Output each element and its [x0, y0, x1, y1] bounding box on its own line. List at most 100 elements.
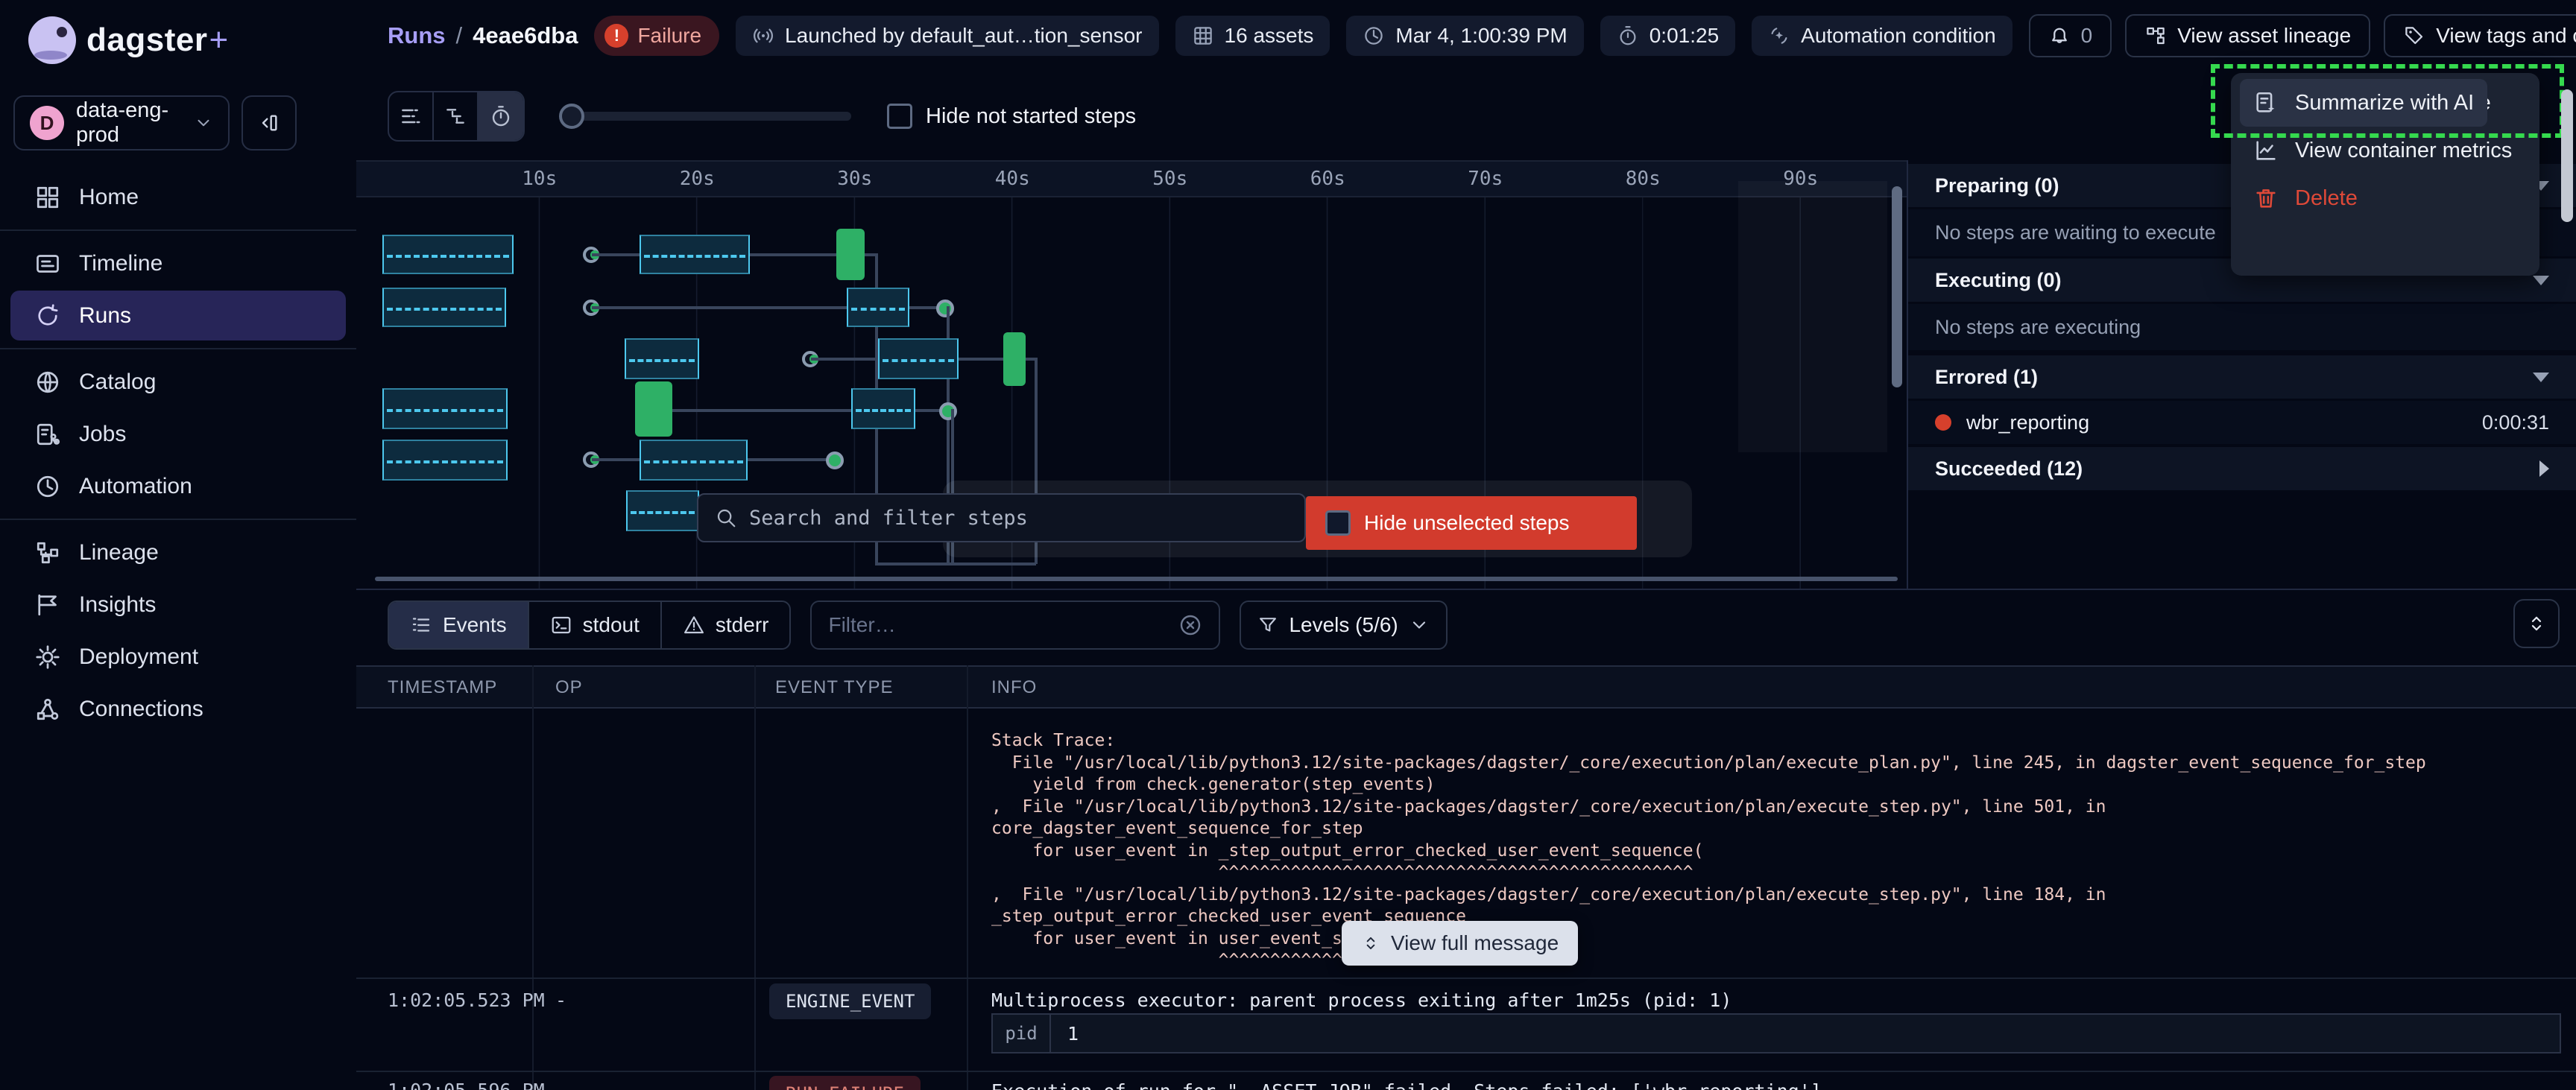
step-name[interactable]: wbr_reporting [1966, 411, 2089, 434]
gantt-zoom-slider[interactable] [561, 112, 851, 121]
run-pill[interactable]: Launched by default_aut…tion_sensor [736, 16, 1158, 56]
sidebar-item-runs[interactable]: Runs [10, 291, 346, 340]
gantt-mode-flat-button[interactable] [389, 92, 434, 140]
dagster-logo[interactable]: dagster+ [28, 16, 228, 64]
axis-tick: 70s [1407, 168, 1565, 190]
sidebar-item-label: Lineage [79, 540, 159, 565]
gantt-step-not-started[interactable] [382, 440, 508, 481]
collapse-sidebar-button[interactable] [242, 95, 297, 150]
gantt-time-axis: 10s20s30s40s50s60s70s80s90s [356, 160, 1907, 197]
gantt-vertical-scrollbar[interactable] [1892, 186, 1902, 387]
axis-tick: 30s [776, 168, 934, 190]
tab-events[interactable]: Events [389, 602, 529, 648]
gantt-mode-waterfall-button[interactable] [434, 92, 479, 140]
gantt-step-search[interactable] [697, 493, 1306, 542]
sidebar-item-label: Automation [79, 474, 192, 499]
flat-list-icon [399, 104, 423, 128]
log-filter-field[interactable] [810, 601, 1220, 650]
breadcrumb-runs-link[interactable]: Runs [388, 22, 446, 49]
step-search-input[interactable] [749, 507, 1288, 530]
sidebar-item-automation[interactable]: Automation [10, 461, 346, 511]
status-badge: ! Failure [594, 16, 719, 56]
levels-dropdown[interactable]: Levels (5/6) [1240, 601, 1447, 650]
notifications-button[interactable]: 0 [2029, 14, 2112, 57]
run-header: Runs / 4eae6dba ! Failure Launched by de… [356, 0, 2576, 72]
sidebar-item-connections[interactable]: Connections [10, 684, 346, 734]
axis-tick: 50s [1091, 168, 1249, 190]
gantt-connector [875, 563, 1036, 565]
gantt-step-marker-green [826, 451, 844, 469]
view-tags-config-button[interactable]: View tags and config [2384, 14, 2576, 57]
automation-icon [34, 473, 61, 500]
logo-plus: + [209, 22, 228, 58]
hide-unselected-checkbox[interactable] [1325, 510, 1351, 536]
view-asset-lineage-button[interactable]: View asset lineage [2125, 14, 2370, 57]
timeline-icon [34, 250, 61, 277]
gantt-step-not-started[interactable] [382, 288, 506, 327]
gantt-step-succeeded[interactable] [635, 381, 672, 437]
gantt-step-not-started[interactable] [640, 440, 748, 481]
run-pill[interactable]: Automation condition [1752, 16, 2012, 56]
gantt-step-succeeded[interactable] [1003, 332, 1026, 386]
gantt-step-not-started[interactable] [625, 338, 699, 379]
gantt-step-not-started[interactable] [640, 235, 750, 274]
expand-log-panel-button[interactable] [2513, 599, 2560, 648]
sidebar-item-jobs[interactable]: Jobs [10, 409, 346, 459]
menu-item-delete[interactable]: Delete [2240, 174, 2531, 222]
org-switcher[interactable]: D data-eng-prod [13, 95, 230, 150]
sidebar-item-home[interactable]: Home [10, 172, 346, 222]
sidebar-item-label: Timeline [79, 251, 162, 276]
connections-icon [34, 696, 61, 723]
sidebar-item-lineage[interactable]: Lineage [10, 527, 346, 577]
sensor-icon [752, 25, 774, 47]
slider-knob[interactable] [559, 104, 584, 129]
hide-not-started-control: Hide not started steps [887, 104, 1136, 129]
summary-section-errored[interactable]: Errored (1) [1908, 355, 2576, 399]
run-pill[interactable]: 0:01:25 [1600, 16, 1735, 56]
gantt-right-gutter [1738, 181, 1887, 452]
failure-icon: ! [604, 24, 628, 48]
event-list-icon [410, 614, 432, 636]
sidebar-item-insights[interactable]: Insights [10, 580, 346, 630]
row-divider [356, 1071, 2576, 1072]
annotation-highlight-box [2211, 64, 2564, 138]
gantt-mode-duration-button[interactable] [479, 92, 523, 140]
gantt-step-not-started[interactable] [626, 490, 699, 531]
run-pill[interactable]: Mar 4, 1:00:39 PM [1346, 16, 1583, 56]
bell-icon [2048, 25, 2071, 47]
view-full-message-button[interactable]: View full message [1342, 921, 1578, 966]
run-pill[interactable]: 16 assets [1175, 16, 1330, 56]
summary-section-succeeded[interactable]: Succeeded (12) [1908, 447, 2576, 490]
sidebar-item-timeline[interactable]: Timeline [10, 238, 346, 288]
sidebar-item-deployment[interactable]: Deployment [10, 632, 346, 682]
search-icon [715, 507, 737, 529]
row-divider [356, 977, 2576, 979]
hide-not-started-checkbox[interactable] [887, 104, 912, 129]
event-metadata-table: pid 1 [991, 1013, 2561, 1053]
gantt-step-not-started[interactable] [847, 288, 909, 327]
column-divider [754, 665, 756, 1090]
log-filter-input[interactable] [828, 613, 1167, 637]
panel-divider [356, 589, 2576, 590]
breadcrumb: Runs / 4eae6dba [388, 22, 578, 49]
jobs-icon [34, 421, 61, 448]
page-scrollbar-thumb[interactable] [2561, 89, 2573, 222]
gantt-step-succeeded[interactable] [836, 229, 865, 280]
hide-unselected-control: Hide unselected steps [1306, 496, 1637, 550]
axis-tick: 20s [619, 168, 777, 190]
clear-filter-icon[interactable] [1178, 613, 1202, 637]
errored-step-row[interactable]: wbr_reporting 0:00:31 [1908, 401, 2576, 444]
log-view-tabs: Events stdout stderr [388, 601, 791, 650]
col-info: INFO [991, 677, 1037, 698]
gantt-step-not-started[interactable] [382, 388, 508, 429]
gantt-horizontal-scrollbar[interactable] [375, 577, 1898, 581]
sidebar-item-catalog[interactable]: Catalog [10, 357, 346, 407]
gantt-step-not-started[interactable] [851, 388, 915, 429]
lineage-icon [34, 539, 61, 566]
gantt-step-not-started[interactable] [878, 338, 959, 379]
tab-stderr[interactable]: stderr [662, 602, 790, 648]
tab-stdout[interactable]: stdout [529, 602, 662, 648]
error-status-dot [1935, 414, 1951, 431]
sidebar: dagster+ D data-eng-prod Home Timeline Run… [0, 0, 356, 1090]
gantt-step-not-started[interactable] [382, 235, 514, 274]
